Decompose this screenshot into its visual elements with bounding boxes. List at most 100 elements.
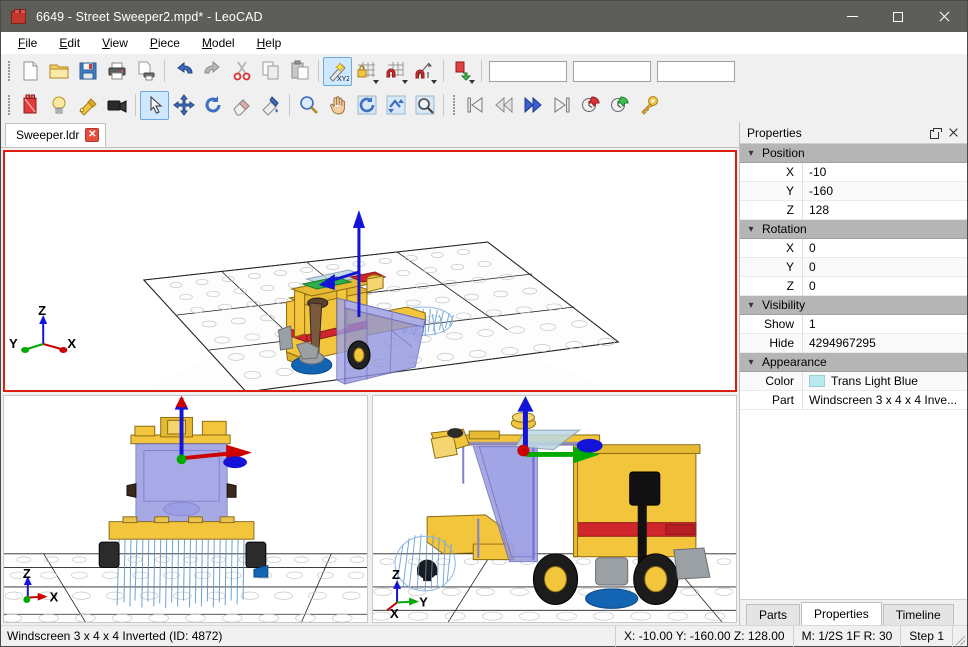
maximize-button[interactable] [875, 1, 921, 32]
document-tab-sweeper[interactable]: Sweeper.ldr ✕ [5, 123, 106, 147]
property-value[interactable]: 128 [802, 201, 967, 220]
minimize-icon [847, 16, 858, 17]
property-row-rotation-y[interactable]: Y 0 [740, 258, 967, 277]
undo-button[interactable] [169, 57, 198, 86]
tab-properties[interactable]: Properties [801, 602, 882, 625]
property-row-rotation-z[interactable]: Z 0 [740, 277, 967, 296]
property-value[interactable]: Windscreen 3 x 4 x 4 Inve... [802, 391, 967, 410]
paste-button[interactable] [285, 57, 314, 86]
property-value[interactable]: 0 [802, 277, 967, 296]
key-button[interactable] [634, 91, 663, 120]
print-preview-button[interactable] [131, 57, 160, 86]
add-step-button[interactable] [576, 91, 605, 120]
property-key: Part [740, 393, 802, 407]
menu-model[interactable]: Model [191, 34, 246, 52]
menu-help[interactable]: Help [246, 34, 293, 52]
transform-z-input[interactable] [657, 61, 735, 82]
toolbar-grip-2[interactable] [5, 94, 12, 116]
snap-grid-button[interactable] [381, 57, 410, 86]
last-step-button[interactable] [547, 91, 576, 120]
new-file-button[interactable] [15, 57, 44, 86]
property-group-visibility-label: Visibility [762, 298, 805, 312]
transform-y-input[interactable] [573, 61, 651, 82]
properties-list: ▾ Position X -10 Y -160 Z 128 ▾ [740, 144, 967, 599]
property-row-position-x[interactable]: X -10 [740, 163, 967, 182]
property-value[interactable]: 4294967295 [802, 334, 967, 353]
toolbar-grip[interactable] [5, 60, 12, 82]
property-group-rotation[interactable]: ▾ Rotation [740, 220, 967, 239]
property-row-part[interactable]: Part Windscreen 3 x 4 x 4 Inve... [740, 391, 967, 410]
redo-button[interactable] [198, 57, 227, 86]
lock-grid-button[interactable] [352, 57, 381, 86]
property-value[interactable]: -10 [802, 163, 967, 182]
snap-angle-button[interactable] [410, 57, 439, 86]
next-step-button[interactable] [518, 91, 547, 120]
cut-button[interactable] [227, 57, 256, 86]
float-panel-icon[interactable] [930, 128, 941, 138]
property-value[interactable]: 0 [802, 239, 967, 258]
property-row-position-z[interactable]: Z 128 [740, 201, 967, 220]
save-file-button[interactable] [73, 57, 102, 86]
svg-text:Y: Y [419, 595, 428, 610]
previous-step-button[interactable] [489, 91, 518, 120]
select-tool-button[interactable] [140, 91, 169, 120]
menu-piece[interactable]: Piece [139, 34, 191, 52]
orbit-tool-button[interactable] [352, 91, 381, 120]
document-tab-close-icon[interactable]: ✕ [85, 128, 99, 142]
move-piece-button[interactable] [448, 57, 477, 86]
property-group-appearance[interactable]: ▾ Appearance [740, 353, 967, 372]
insert-light-button[interactable] [44, 91, 73, 120]
property-row-position-y[interactable]: Y -160 [740, 182, 967, 201]
zoom-tool-button[interactable] [294, 91, 323, 120]
menu-view[interactable]: View [91, 34, 139, 52]
property-group-appearance-label: Appearance [762, 355, 827, 369]
property-value[interactable]: 1 [802, 315, 967, 334]
roll-tool-button[interactable] [381, 91, 410, 120]
transform-x-input[interactable] [489, 61, 567, 82]
svg-text:X: X [50, 590, 59, 605]
close-panel-icon[interactable] [948, 127, 959, 138]
tab-parts[interactable]: Parts [746, 604, 800, 625]
copy-button[interactable] [256, 57, 285, 86]
property-group-position[interactable]: ▾ Position [740, 144, 967, 163]
toolbar-separator [164, 60, 165, 82]
property-row-color[interactable]: Color Trans Light Blue [740, 372, 967, 391]
zoom-region-button[interactable] [410, 91, 439, 120]
viewport-3d-perspective[interactable]: Z X Y [3, 150, 737, 392]
paint-tool-button[interactable] [256, 91, 285, 120]
tab-timeline[interactable]: Timeline [883, 604, 954, 625]
property-value[interactable]: 0 [802, 258, 967, 277]
toolbar-grip-3[interactable] [450, 94, 457, 116]
property-value-container[interactable]: Trans Light Blue [802, 372, 967, 391]
leocad-window: 6649 - Street Sweeper2.mpd* - LeoCAD Fil… [0, 0, 968, 647]
pan-tool-button[interactable] [323, 91, 352, 120]
property-group-visibility[interactable]: ▾ Visibility [740, 296, 967, 315]
toolbar-separator-5 [135, 94, 136, 116]
property-value[interactable]: -160 [802, 182, 967, 201]
property-row-rotation-x[interactable]: X 0 [740, 239, 967, 258]
menu-edit[interactable]: Edit [48, 34, 91, 52]
spotlight-button[interactable] [73, 91, 102, 120]
move-tool-button[interactable] [169, 91, 198, 120]
viewport-side[interactable]: Z X Y [372, 395, 737, 623]
chevron-down-icon-2 [402, 80, 408, 84]
property-row-hide[interactable]: Hide 4294967295 [740, 334, 967, 353]
open-file-button[interactable] [44, 57, 73, 86]
menu-file[interactable]: File [7, 34, 48, 52]
minimize-button[interactable] [829, 1, 875, 32]
eraser-tool-button[interactable] [227, 91, 256, 120]
close-button[interactable] [921, 1, 967, 32]
menu-edit-rest: dit [67, 36, 80, 50]
print-button[interactable] [102, 57, 131, 86]
transform-xyz-button[interactable]: XYZ [323, 57, 352, 86]
first-step-button[interactable] [460, 91, 489, 120]
property-row-show[interactable]: Show 1 [740, 315, 967, 334]
rotate-tool-button[interactable] [198, 91, 227, 120]
chevron-down-icon-appearance: ▾ [740, 357, 762, 368]
viewport-front[interactable]: Z X [3, 395, 368, 623]
property-key: Color [740, 374, 802, 388]
resize-grip[interactable] [953, 626, 967, 647]
camera-button[interactable] [102, 91, 131, 120]
remove-step-button[interactable] [605, 91, 634, 120]
insert-piece-button[interactable] [15, 91, 44, 120]
